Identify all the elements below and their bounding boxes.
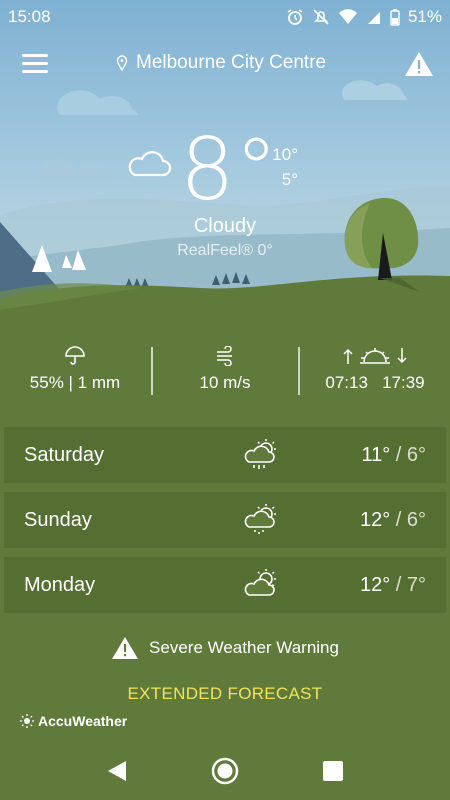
forecast-day: Sunday xyxy=(24,508,92,531)
severe-weather-warning[interactable]: Severe Weather Warning xyxy=(0,636,450,660)
brand-name: AccuWeather xyxy=(38,713,128,729)
back-button[interactable] xyxy=(106,759,128,783)
signal-icon xyxy=(367,12,380,24)
status-time: 15:08 xyxy=(8,7,51,26)
precipitation-stat: 55% | 1 mm xyxy=(0,345,150,397)
forecast-temps: 12° / 7° xyxy=(360,574,426,597)
warning-label: Severe Weather Warning xyxy=(149,638,339,657)
battery-icon xyxy=(390,9,400,26)
sun-cloud-drizzle-icon xyxy=(244,504,276,534)
system-nav-bar xyxy=(0,745,450,800)
menu-icon-line xyxy=(22,62,48,65)
home-button[interactable] xyxy=(210,756,240,786)
sun-cloud-icon xyxy=(244,569,276,596)
forecast-low: / 6° xyxy=(395,443,426,466)
battery-level: 51% xyxy=(407,7,442,26)
location-name: Melbourne City Centre xyxy=(136,52,327,73)
sunrise-sunset-icon xyxy=(343,348,407,364)
menu-icon-line xyxy=(22,70,48,73)
alert-button[interactable] xyxy=(404,50,434,78)
forecast-day: Saturday xyxy=(24,443,105,466)
menu-button[interactable] xyxy=(22,54,48,76)
accuweather-logo: AccuWeather xyxy=(20,713,127,729)
extended-forecast-link[interactable]: EXTENDED FORECAST xyxy=(0,684,450,704)
location-pin-icon xyxy=(116,55,128,71)
warning-triangle-icon xyxy=(112,637,139,659)
app-header: Melbourne City Centre xyxy=(0,48,450,84)
precipitation-value: 55% | 1 mm xyxy=(29,373,121,392)
status-bar: 15:08 51% xyxy=(0,0,450,34)
alarm-icon xyxy=(287,9,303,25)
forecast-day: Monday xyxy=(24,573,96,596)
forecast-temps: 11° / 6° xyxy=(361,444,426,467)
forecast-row-saturday[interactable]: Saturday 11° / 6° xyxy=(4,427,446,483)
wifi-icon xyxy=(338,9,357,24)
stat-divider xyxy=(151,347,153,395)
forecast-high: 11° xyxy=(361,443,391,466)
forecast-high: 12° xyxy=(359,573,391,596)
forecast-temps: 12° / 6° xyxy=(360,509,426,532)
forecast-row-sunday[interactable]: Sunday 12° / 6° xyxy=(4,492,446,548)
sun-stat: 07:13 17:39 xyxy=(300,345,450,397)
forecast-low: / 6° xyxy=(395,508,426,531)
location-selector[interactable]: Melbourne City Centre xyxy=(116,52,326,74)
stat-divider xyxy=(298,347,300,395)
forecast-high: 12° xyxy=(359,508,391,531)
sun-cloud-rain-icon xyxy=(244,439,276,469)
menu-icon-line xyxy=(22,54,48,57)
realfeel-text: RealFeel® 0° xyxy=(177,242,273,259)
high-low: 10° 5° xyxy=(268,142,298,192)
forecast-low: / 7° xyxy=(395,573,426,596)
warning-triangle-icon xyxy=(405,52,433,76)
wind-value: 10 m/s xyxy=(199,373,251,392)
sunrise-time: 07:13 xyxy=(325,373,368,392)
stats-row: 55% | 1 mm 10 m/s 07:13 17:39 xyxy=(0,345,450,397)
wind-stat: 10 m/s xyxy=(150,345,300,397)
forecast-row-monday[interactable]: Monday 12° / 7° xyxy=(4,557,446,613)
sunset-time: 17:39 xyxy=(382,373,425,392)
current-temperature: 8° xyxy=(180,120,278,220)
do-not-disturb-icon xyxy=(313,9,329,25)
wind-icon xyxy=(217,346,232,366)
status-icons: 51% xyxy=(286,7,442,27)
low-temperature: 5° xyxy=(281,170,298,189)
recents-button[interactable] xyxy=(322,760,344,782)
sun-times: 07:13 17:39 xyxy=(300,373,450,393)
cloud-icon xyxy=(128,151,172,177)
umbrella-icon xyxy=(65,346,85,365)
sun-logo-icon xyxy=(20,714,34,728)
high-temperature: 10° xyxy=(272,145,298,164)
condition-text: Cloudy xyxy=(193,215,257,237)
